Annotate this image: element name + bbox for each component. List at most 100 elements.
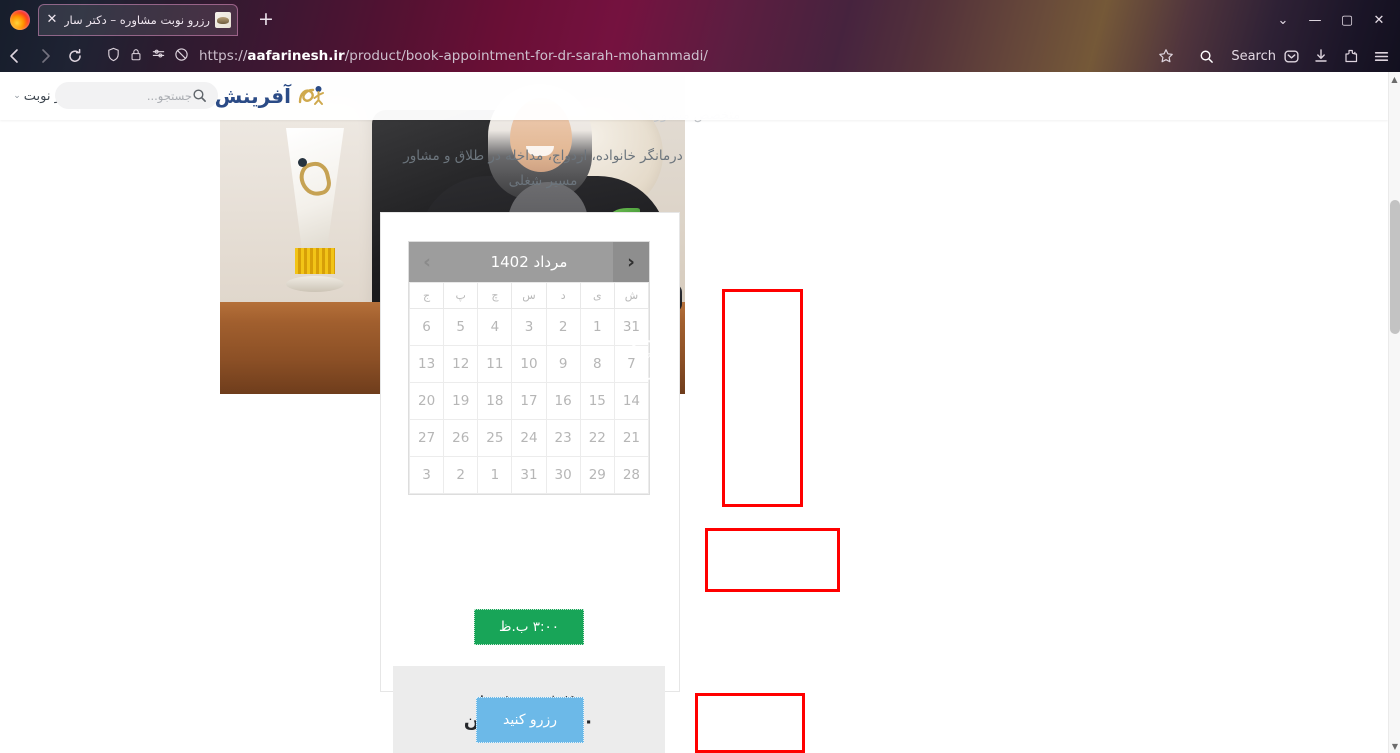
calendar-week-row: 7 8 9 10 11 12 13 (408, 345, 650, 383)
firefox-logo-icon (10, 10, 30, 30)
calendar-day[interactable]: 28 (613, 456, 650, 494)
calendar-day[interactable]: 6 (408, 308, 445, 346)
tab-title: رزرو نوبت مشاوره – دکتر سارا م (64, 13, 210, 27)
calendar-day[interactable]: 1 (477, 456, 513, 494)
calendar-day-available[interactable]: 23 (545, 419, 581, 457)
site-logo[interactable]: آفرینش (215, 83, 326, 109)
calendar-prev-month-button[interactable]: ‹ (613, 242, 649, 282)
site-search-box[interactable]: جستجو... (55, 82, 218, 109)
calendar-day[interactable]: 22 (579, 419, 615, 457)
forward-icon[interactable] (30, 41, 60, 71)
tab-list-chevron-icon[interactable]: ⌄ (1268, 6, 1298, 34)
calendar-grid: ش ی د س چ پ ج 31 1 2 3 4 5 6 7 8 9 10 11… (408, 282, 650, 494)
scroll-up-arrow-icon[interactable]: ▲ (1389, 72, 1400, 86)
browser-toolbar-actions (1276, 41, 1400, 71)
weekday-header: د (545, 282, 581, 309)
url-text[interactable]: https://aafarinesh.ir/product/book-appoi… (199, 48, 708, 64)
calendar-day[interactable]: 5 (443, 308, 479, 346)
pocket-icon[interactable] (1276, 41, 1306, 71)
url-bar[interactable]: https://aafarinesh.ir/product/book-appoi… (94, 43, 1147, 69)
url-path: /product/book-appointment-for-dr-sarah-m… (344, 48, 708, 64)
chevron-down-icon: ⌄ (13, 91, 21, 101)
time-slot-list: ۳:۰۰ ب.ظ (408, 609, 650, 645)
calendar-day[interactable]: 3 (408, 456, 445, 494)
calendar-day[interactable]: 20 (408, 382, 445, 420)
photo-flag-fringe (295, 248, 335, 274)
calendar-day-today[interactable]: 30 (545, 456, 581, 494)
search-icon (192, 88, 207, 103)
close-icon[interactable]: ✕ (45, 13, 59, 27)
minimize-button[interactable]: — (1300, 6, 1330, 34)
scroll-down-arrow-icon[interactable]: ▼ (1389, 739, 1400, 753)
calendar-day-available[interactable]: 16 (545, 382, 581, 420)
search-input[interactable]: جستجو... (66, 89, 192, 103)
browser-tab[interactable]: رزرو نوبت مشاوره – دکتر سارا م ✕ (38, 4, 238, 36)
reserve-button[interactable]: رزرو کنید (476, 697, 584, 743)
reserve-button-container: رزرو کنید (380, 697, 680, 743)
calendar-day-available[interactable]: 3 (511, 308, 547, 346)
time-slot-button[interactable]: ۳:۰۰ ب.ظ (473, 609, 585, 645)
blocked-autoplay-icon[interactable] (174, 47, 189, 66)
product-description: درمانگر خانواده، ازدواج، مداخله در طلاق … (403, 148, 683, 189)
calendar-header: ‹ مرداد 1402 › (409, 242, 649, 282)
photo-flag-logo-dot (298, 158, 307, 167)
extensions-icon[interactable] (1336, 41, 1366, 71)
tab-strip: رزرو نوبت مشاوره – دکتر سارا م ✕ + ⌄ — ▢… (0, 0, 1400, 40)
site-logo-text: آفرینش (214, 84, 292, 108)
scrollbar-thumb[interactable] (1390, 200, 1400, 334)
screen-root: رزرو نوبت مشاوره – دکتر سارا م ✕ + ⌄ — ▢… (0, 0, 1400, 753)
calendar-day[interactable]: 26 (443, 419, 479, 457)
downloads-icon[interactable] (1306, 41, 1336, 71)
calendar-day[interactable]: 21 (613, 419, 650, 457)
calendar-day-selected[interactable]: 31 (511, 456, 547, 494)
calendar-day[interactable]: 8 (579, 345, 615, 383)
calendar-day[interactable]: 29 (579, 456, 615, 494)
url-indicator-icons (94, 47, 189, 66)
window-close-button[interactable]: ✕ (1364, 6, 1394, 34)
expand-image-icon[interactable]: ⤢ (626, 340, 666, 380)
calendar-day[interactable]: 1 (579, 308, 615, 346)
calendar-day-available[interactable]: 17 (511, 382, 547, 420)
reload-icon[interactable] (60, 41, 90, 71)
url-bar-actions: Search (1151, 41, 1276, 71)
new-tab-button[interactable]: + (255, 9, 277, 31)
calendar-day-available[interactable]: 9 (545, 345, 581, 383)
lock-icon[interactable] (129, 47, 143, 66)
brand-mark-icon (296, 83, 326, 109)
calendar-day[interactable]: 12 (443, 345, 479, 383)
calendar-day[interactable]: 19 (443, 382, 479, 420)
calendar-week-row: 21 22 23 24 25 26 27 (408, 419, 650, 457)
url-scheme: https:// (199, 48, 248, 64)
calendar-day[interactable]: 14 (613, 382, 650, 420)
calendar-day[interactable]: 27 (408, 419, 445, 457)
site-favicon (215, 12, 231, 28)
app-menu-icon[interactable] (1366, 41, 1396, 71)
calendar-weekday-row: ش ی د س چ پ ج (408, 282, 650, 309)
weekday-header: چ (477, 282, 513, 309)
vertical-scrollbar[interactable]: ▲ ▼ (1388, 72, 1400, 753)
calendar-day[interactable]: 4 (477, 308, 513, 346)
annotation-box-reserve (695, 693, 805, 753)
appointment-calendar: ‹ مرداد 1402 › ش ی د س چ پ ج 31 1 2 3 4 … (408, 241, 650, 495)
calendar-day-available[interactable]: 10 (511, 345, 547, 383)
bookmark-star-icon[interactable] (1151, 41, 1181, 71)
calendar-week-row: 14 15 16 17 18 19 20 (408, 382, 650, 420)
calendar-week-row: 28 29 30 31 1 2 3 (408, 456, 650, 494)
calendar-day[interactable]: 2 (443, 456, 479, 494)
weekday-header: ی (579, 282, 615, 309)
browser-chrome: رزرو نوبت مشاوره – دکتر سارا م ✕ + ⌄ — ▢… (0, 0, 1400, 72)
search-icon[interactable] (1191, 41, 1221, 71)
calendar-day[interactable]: 25 (477, 419, 513, 457)
maximize-button[interactable]: ▢ (1332, 6, 1362, 34)
back-icon[interactable] (0, 41, 30, 71)
calendar-day[interactable]: 13 (408, 345, 445, 383)
calendar-day[interactable]: 15 (579, 382, 615, 420)
calendar-day[interactable]: 18 (477, 382, 513, 420)
calendar-day-available[interactable]: 2 (545, 308, 581, 346)
shield-icon[interactable] (106, 47, 121, 66)
search-label: Search (1231, 48, 1276, 64)
calendar-day[interactable]: 11 (477, 345, 513, 383)
permissions-icon[interactable] (151, 47, 166, 66)
calendar-next-month-button[interactable]: › (409, 242, 445, 282)
calendar-day-available[interactable]: 24 (511, 419, 547, 457)
